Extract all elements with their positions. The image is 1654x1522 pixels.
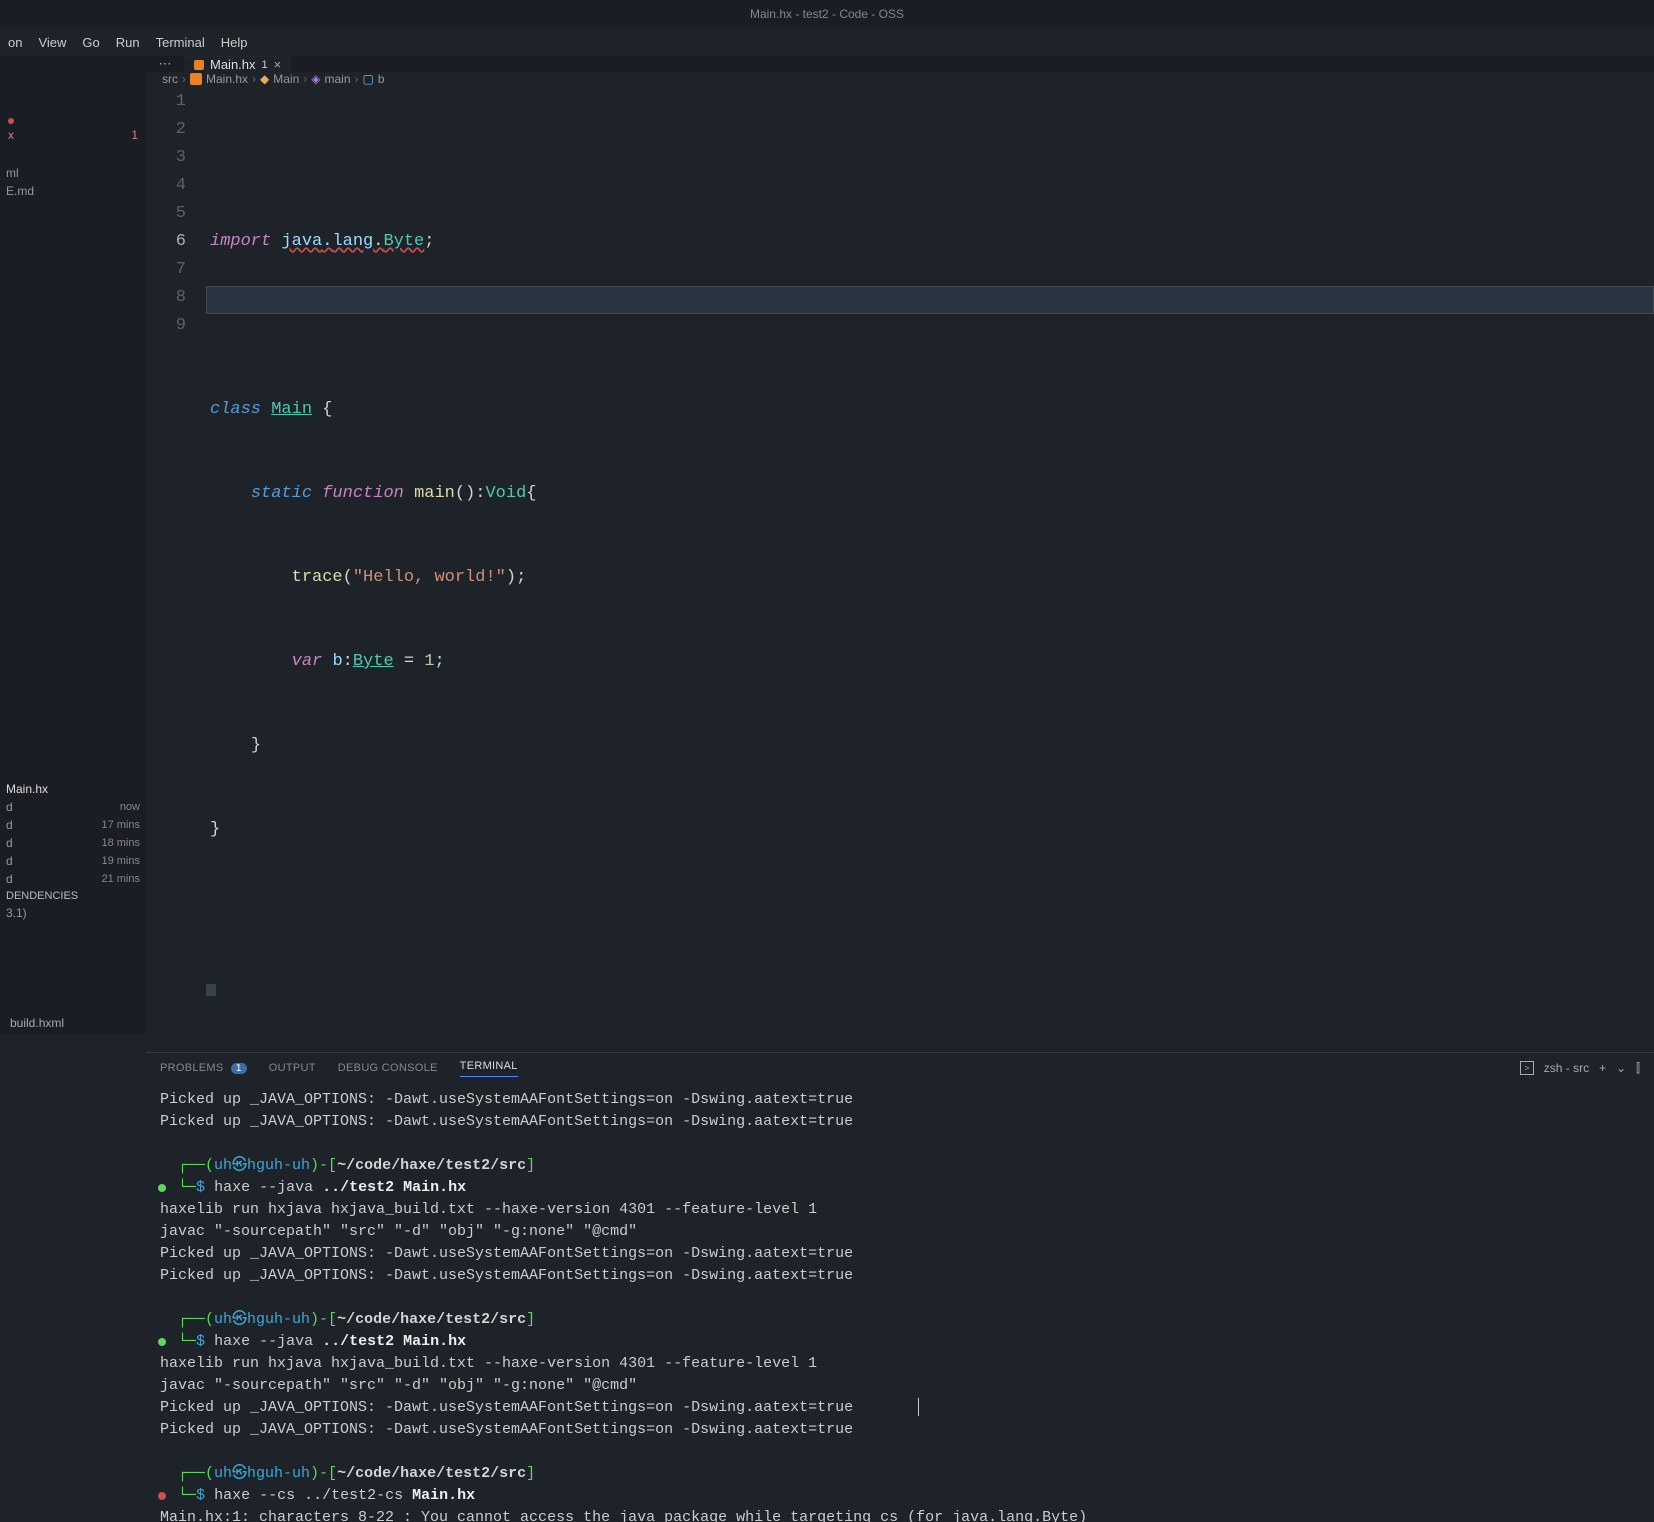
window-title: Main.hx - test2 - Code - OSS xyxy=(750,7,904,21)
minimap[interactable] xyxy=(206,984,216,996)
breadcrumb[interactable]: src› Main.hx› ◆ Main› ◈ main› ▢ b xyxy=(146,72,1654,86)
bottom-panel: PROBLEMS 1 OUTPUT DEBUG CONSOLE TERMINAL… xyxy=(146,1052,1654,1522)
terminal-content[interactable]: Picked up _JAVA_OPTIONS: -Dawt.useSystem… xyxy=(146,1083,1654,1522)
tab-modified-badge: 1 xyxy=(262,59,268,71)
menu-bar: on View Go Run Terminal Help xyxy=(0,28,1654,56)
tab-label: Main.hx xyxy=(210,57,256,72)
sidebar-error-item[interactable] xyxy=(0,116,146,126)
timeline-file[interactable]: Main.hx xyxy=(0,780,146,798)
current-line-highlight xyxy=(206,286,1654,314)
timeline-row[interactable]: dnow xyxy=(0,798,146,816)
tab-output[interactable]: OUTPUT xyxy=(269,1062,316,1074)
close-icon[interactable]: × xyxy=(274,57,282,72)
problems-badge: 1 xyxy=(231,1063,247,1074)
code-content[interactable]: import java.lang.Byte; class Main { stat… xyxy=(206,86,1654,1052)
haxe-file-icon xyxy=(194,60,204,70)
variable-icon: ▢ xyxy=(363,72,374,86)
class-icon: ◆ xyxy=(260,72,269,86)
title-bar: Main.hx - test2 - Code - OSS xyxy=(0,0,1654,28)
menu-item[interactable]: Terminal xyxy=(148,35,213,50)
haxe-file-icon xyxy=(190,73,202,85)
line-numbers: 1 2 3 4 5 6 7 8 9 xyxy=(146,86,206,1052)
terminal-icon[interactable]: > xyxy=(1520,1061,1534,1075)
mouse-cursor xyxy=(918,1398,919,1416)
tab-problems[interactable]: PROBLEMS 1 xyxy=(160,1062,247,1074)
sidebar-section-header[interactable]: DENDENCIES xyxy=(0,888,146,904)
code-editor[interactable]: 1 2 3 4 5 6 7 8 9 import java.lang.Byte;… xyxy=(146,86,1654,1052)
sidebar-item[interactable]: ml xyxy=(0,164,146,182)
tabs-row: ⋯ Main.hx 1 × xyxy=(146,56,1654,72)
status-build-target[interactable]: build.hxml xyxy=(10,1016,64,1030)
tab-debug-console[interactable]: DEBUG CONSOLE xyxy=(338,1062,438,1074)
menu-item[interactable]: View xyxy=(30,35,74,50)
panel-tabs: PROBLEMS 1 OUTPUT DEBUG CONSOLE TERMINAL… xyxy=(146,1053,1654,1083)
bullet-icon xyxy=(158,1338,166,1346)
sidebar-item[interactable]: E.md xyxy=(0,182,146,200)
tab-main-hx[interactable]: Main.hx 1 × xyxy=(184,56,291,72)
tab-actions-icon[interactable]: ⋯ xyxy=(146,56,184,72)
timeline-row[interactable]: d18 mins xyxy=(0,834,146,852)
split-terminal-icon[interactable]: ⫿ xyxy=(1636,1061,1640,1076)
timeline-row[interactable]: d17 mins xyxy=(0,816,146,834)
sidebar: x 1 ml E.md Main.hx dnow d17 mins d18 mi… xyxy=(0,56,146,1012)
bullet-icon xyxy=(158,1492,166,1500)
menu-item[interactable]: Run xyxy=(108,35,148,50)
terminal-dropdown-icon[interactable]: ⌄ xyxy=(1616,1061,1626,1075)
terminal-shell-label[interactable]: zsh - src xyxy=(1544,1061,1589,1075)
new-terminal-icon[interactable]: + xyxy=(1599,1061,1606,1075)
timeline-row[interactable]: d19 mins xyxy=(0,852,146,870)
tab-terminal[interactable]: TERMINAL xyxy=(460,1060,518,1077)
editor-area: ⋯ Main.hx 1 × src› Main.hx› ◆ Main› ◈ ma… xyxy=(146,56,1654,1012)
sidebar-file-error[interactable]: x 1 xyxy=(0,126,146,144)
bullet-icon xyxy=(158,1184,166,1192)
menu-item[interactable]: on xyxy=(0,35,30,50)
method-icon: ◈ xyxy=(311,72,320,86)
menu-item[interactable]: Help xyxy=(213,35,256,50)
timeline-row[interactable]: d21 mins xyxy=(0,870,146,888)
menu-item[interactable]: Go xyxy=(74,35,107,50)
error-dot-icon xyxy=(8,118,14,124)
sidebar-item[interactable]: 3.1) xyxy=(0,904,146,922)
